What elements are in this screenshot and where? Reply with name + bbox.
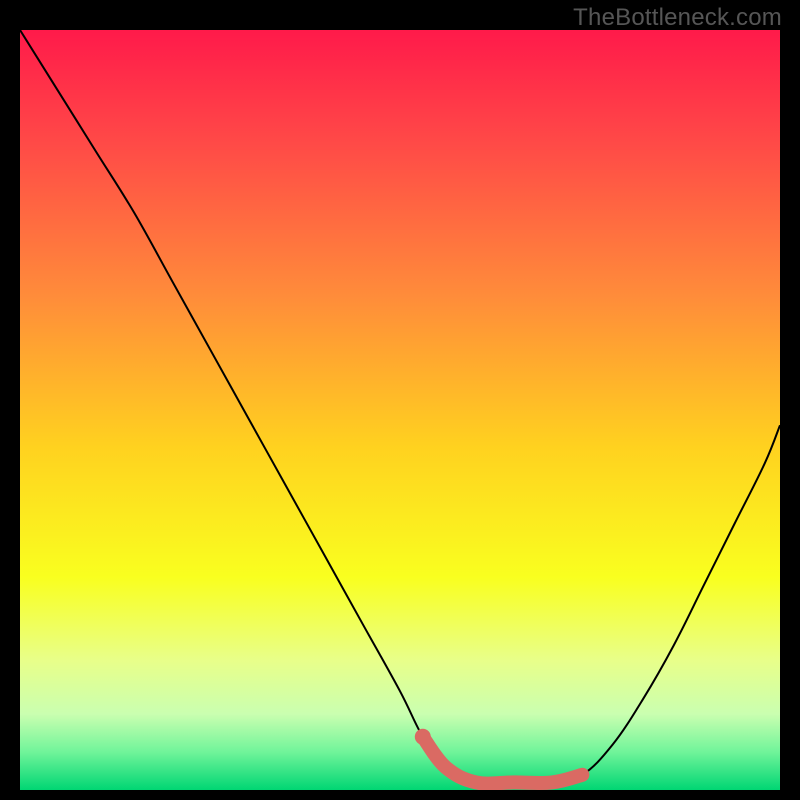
gradient-background — [20, 30, 780, 790]
chart-container: TheBottleneck.com — [0, 0, 800, 800]
watermark-text: TheBottleneck.com — [573, 4, 782, 32]
optimal-marker — [415, 729, 431, 745]
bottleneck-chart — [20, 30, 780, 790]
